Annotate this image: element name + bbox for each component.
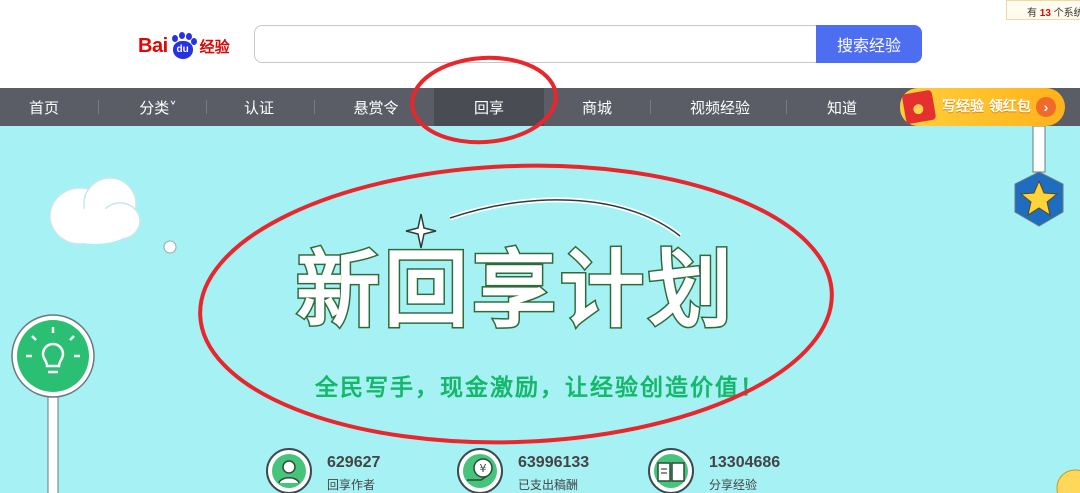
header: Bai du 经验 搜索经验 有 13 个系统 <box>0 0 1080 88</box>
banner-illustration: 新回享计划 <box>11 126 1080 493</box>
nav-divider <box>650 100 651 114</box>
notice-count: 13 <box>1039 8 1051 19</box>
nav-item-home[interactable]: 首页 <box>0 88 88 126</box>
logo-bai-text: Bai <box>138 34 168 57</box>
search-button[interactable]: 搜索经验 <box>816 25 922 63</box>
nav-item-video[interactable]: 视频经验 <box>662 88 778 126</box>
swoosh-decoration <box>449 197 682 238</box>
svg-text:¥: ¥ <box>480 462 487 475</box>
logo-product-text: 经验 <box>199 38 230 56</box>
cloud-decoration <box>49 177 177 254</box>
nav-divider <box>786 100 787 114</box>
arrow-right-icon: › <box>1036 97 1056 117</box>
notification-notice[interactable]: 有 13 个系统 <box>1006 0 1080 20</box>
stat-value: 63996133 <box>518 454 590 471</box>
nav-item-category[interactable]: 分类˅ <box>112 88 204 126</box>
yuan-coin-icon: ¥ <box>457 448 503 493</box>
stat-label: 已支出稿酬 <box>518 478 579 492</box>
author-icon <box>266 448 312 493</box>
banner-slogan: 全民写手，现金激励，让经验创造价值！ <box>315 375 765 401</box>
nav-item-zhidao[interactable]: 知道 <box>796 88 888 126</box>
lightbulb-sign <box>11 314 95 493</box>
coin-decoration <box>1056 469 1080 493</box>
search-input[interactable] <box>255 26 820 62</box>
nav-divider <box>98 100 99 114</box>
nav-divider <box>314 100 315 114</box>
notice-suffix: 个系统 <box>1053 8 1080 19</box>
baidu-paw-icon: du <box>169 32 197 60</box>
red-envelope-icon <box>901 89 937 125</box>
star-sign <box>1014 126 1064 227</box>
notice-prefix: 有 <box>1027 8 1037 19</box>
logo-du-text: du <box>176 44 189 55</box>
stat-label: 分享经验 <box>709 478 758 492</box>
baidu-jingyan-logo[interactable]: Bai du 经验 <box>138 28 230 64</box>
write-experience-promo-button[interactable]: 写经验 领红包 › <box>900 88 1065 126</box>
banner-title: 新回享计划 <box>296 241 736 339</box>
nav-divider <box>206 100 207 114</box>
nav-item-bounty[interactable]: 悬赏令 <box>320 88 432 126</box>
nav-item-certify[interactable]: 认证 <box>214 88 304 126</box>
nav-item-mall[interactable]: 商城 <box>550 88 644 126</box>
stat-value: 13304686 <box>709 454 781 471</box>
nav-item-huixiang[interactable]: 回享 <box>434 88 544 126</box>
stat-label: 回享作者 <box>327 478 376 492</box>
promo-label: 写经验 领红包 <box>942 99 1031 115</box>
stat-value: 629627 <box>327 454 381 471</box>
huixiang-banner[interactable]: 新回享计划 全民写手，现金激励，让经验创造价值！ 629627 回享作者 ¥ 6… <box>0 126 1080 493</box>
book-icon <box>648 448 694 493</box>
search-box <box>254 25 820 63</box>
